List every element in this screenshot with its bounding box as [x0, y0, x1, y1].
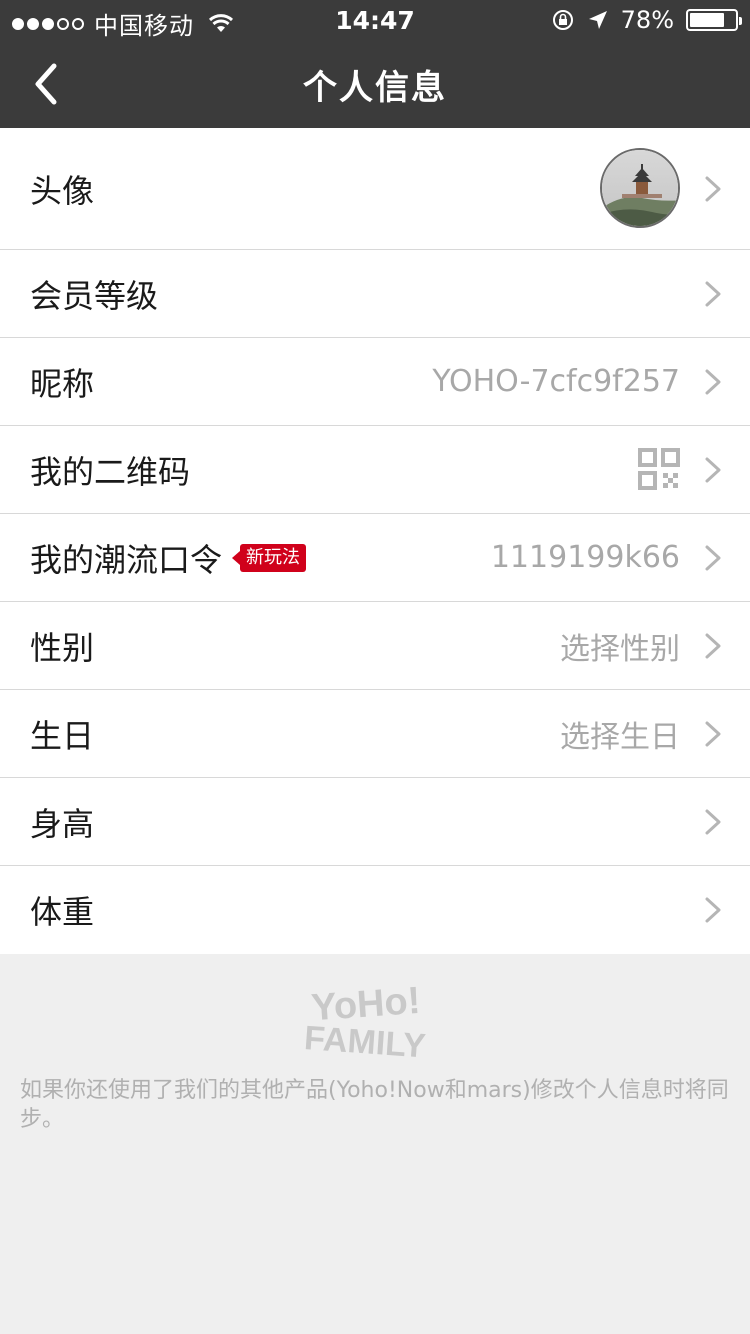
chevron-right-icon [705, 545, 721, 570]
row-label: 会员等级 [30, 276, 159, 315]
row-gender[interactable]: 性别 选择性别 [0, 602, 750, 690]
row-label: 身高 [30, 804, 95, 843]
row-qrcode[interactable]: 我的二维码 [0, 426, 750, 514]
new-feature-badge: 新玩法 [232, 544, 306, 572]
svg-text:FAMILY: FAMILY [303, 1019, 427, 1064]
trend-code-value: 1119199k66 [490, 540, 680, 575]
status-bar: 中国移动 14:47 78% [0, 0, 750, 40]
row-avatar[interactable]: 头像 [0, 128, 750, 250]
row-label: 头像 [30, 171, 95, 210]
row-label: 性别 [30, 628, 95, 667]
row-label: 生日 [30, 716, 95, 755]
chevron-right-icon [705, 176, 721, 201]
row-label: 我的二维码 [30, 452, 191, 491]
profile-list: 头像 会员等级 昵称 YOHO-7cfc9f257 我的二维码 我的潮流口令 新… [0, 128, 750, 954]
sync-note: 如果你还使用了我们的其他产品(Yoho!Now和mars)修改个人信息时将同步。 [20, 1078, 729, 1132]
birthday-value: 选择生日 [560, 719, 680, 755]
rotation-lock-icon [552, 10, 573, 30]
chevron-right-icon [705, 897, 721, 923]
avatar-image [602, 150, 678, 226]
page-title: 个人信息 [303, 68, 447, 108]
row-member-level[interactable]: 会员等级 [0, 250, 750, 338]
yoho-family-logo: YoHo! FAMILY [303, 980, 427, 1064]
footer: YoHo! FAMILY 如果你还使用了我们的其他产品(Yoho!Now和mar… [0, 954, 750, 1334]
battery-percent: 78% [620, 6, 674, 34]
location-arrow-icon [588, 11, 607, 29]
chevron-right-icon [705, 809, 721, 834]
chevron-right-icon [705, 721, 721, 746]
row-label: 昵称 [30, 364, 95, 403]
chevron-right-icon [705, 281, 721, 306]
header: 中国移动 14:47 78% 个人信息 [0, 0, 750, 128]
row-birthday[interactable]: 生日 选择生日 [0, 690, 750, 778]
gender-value: 选择性别 [560, 631, 680, 667]
chevron-right-icon [705, 457, 721, 482]
row-nickname[interactable]: 昵称 YOHO-7cfc9f257 [0, 338, 750, 426]
chevron-right-icon [705, 369, 721, 394]
row-trend-code[interactable]: 我的潮流口令 新玩法 1119199k66 [0, 514, 750, 602]
nickname-value: YOHO-7cfc9f257 [432, 364, 680, 399]
avatar[interactable] [600, 148, 680, 228]
row-label: 体重 [30, 893, 95, 931]
row-weight[interactable]: 体重 [0, 866, 750, 954]
nav-bar: 个人信息 [0, 40, 750, 128]
status-right: 78% [539, 6, 742, 34]
qr-code-icon [638, 448, 680, 490]
row-height[interactable]: 身高 [0, 778, 750, 866]
battery-icon [686, 9, 742, 31]
chevron-right-icon [705, 633, 721, 658]
row-label: 我的潮流口令 [30, 540, 223, 579]
